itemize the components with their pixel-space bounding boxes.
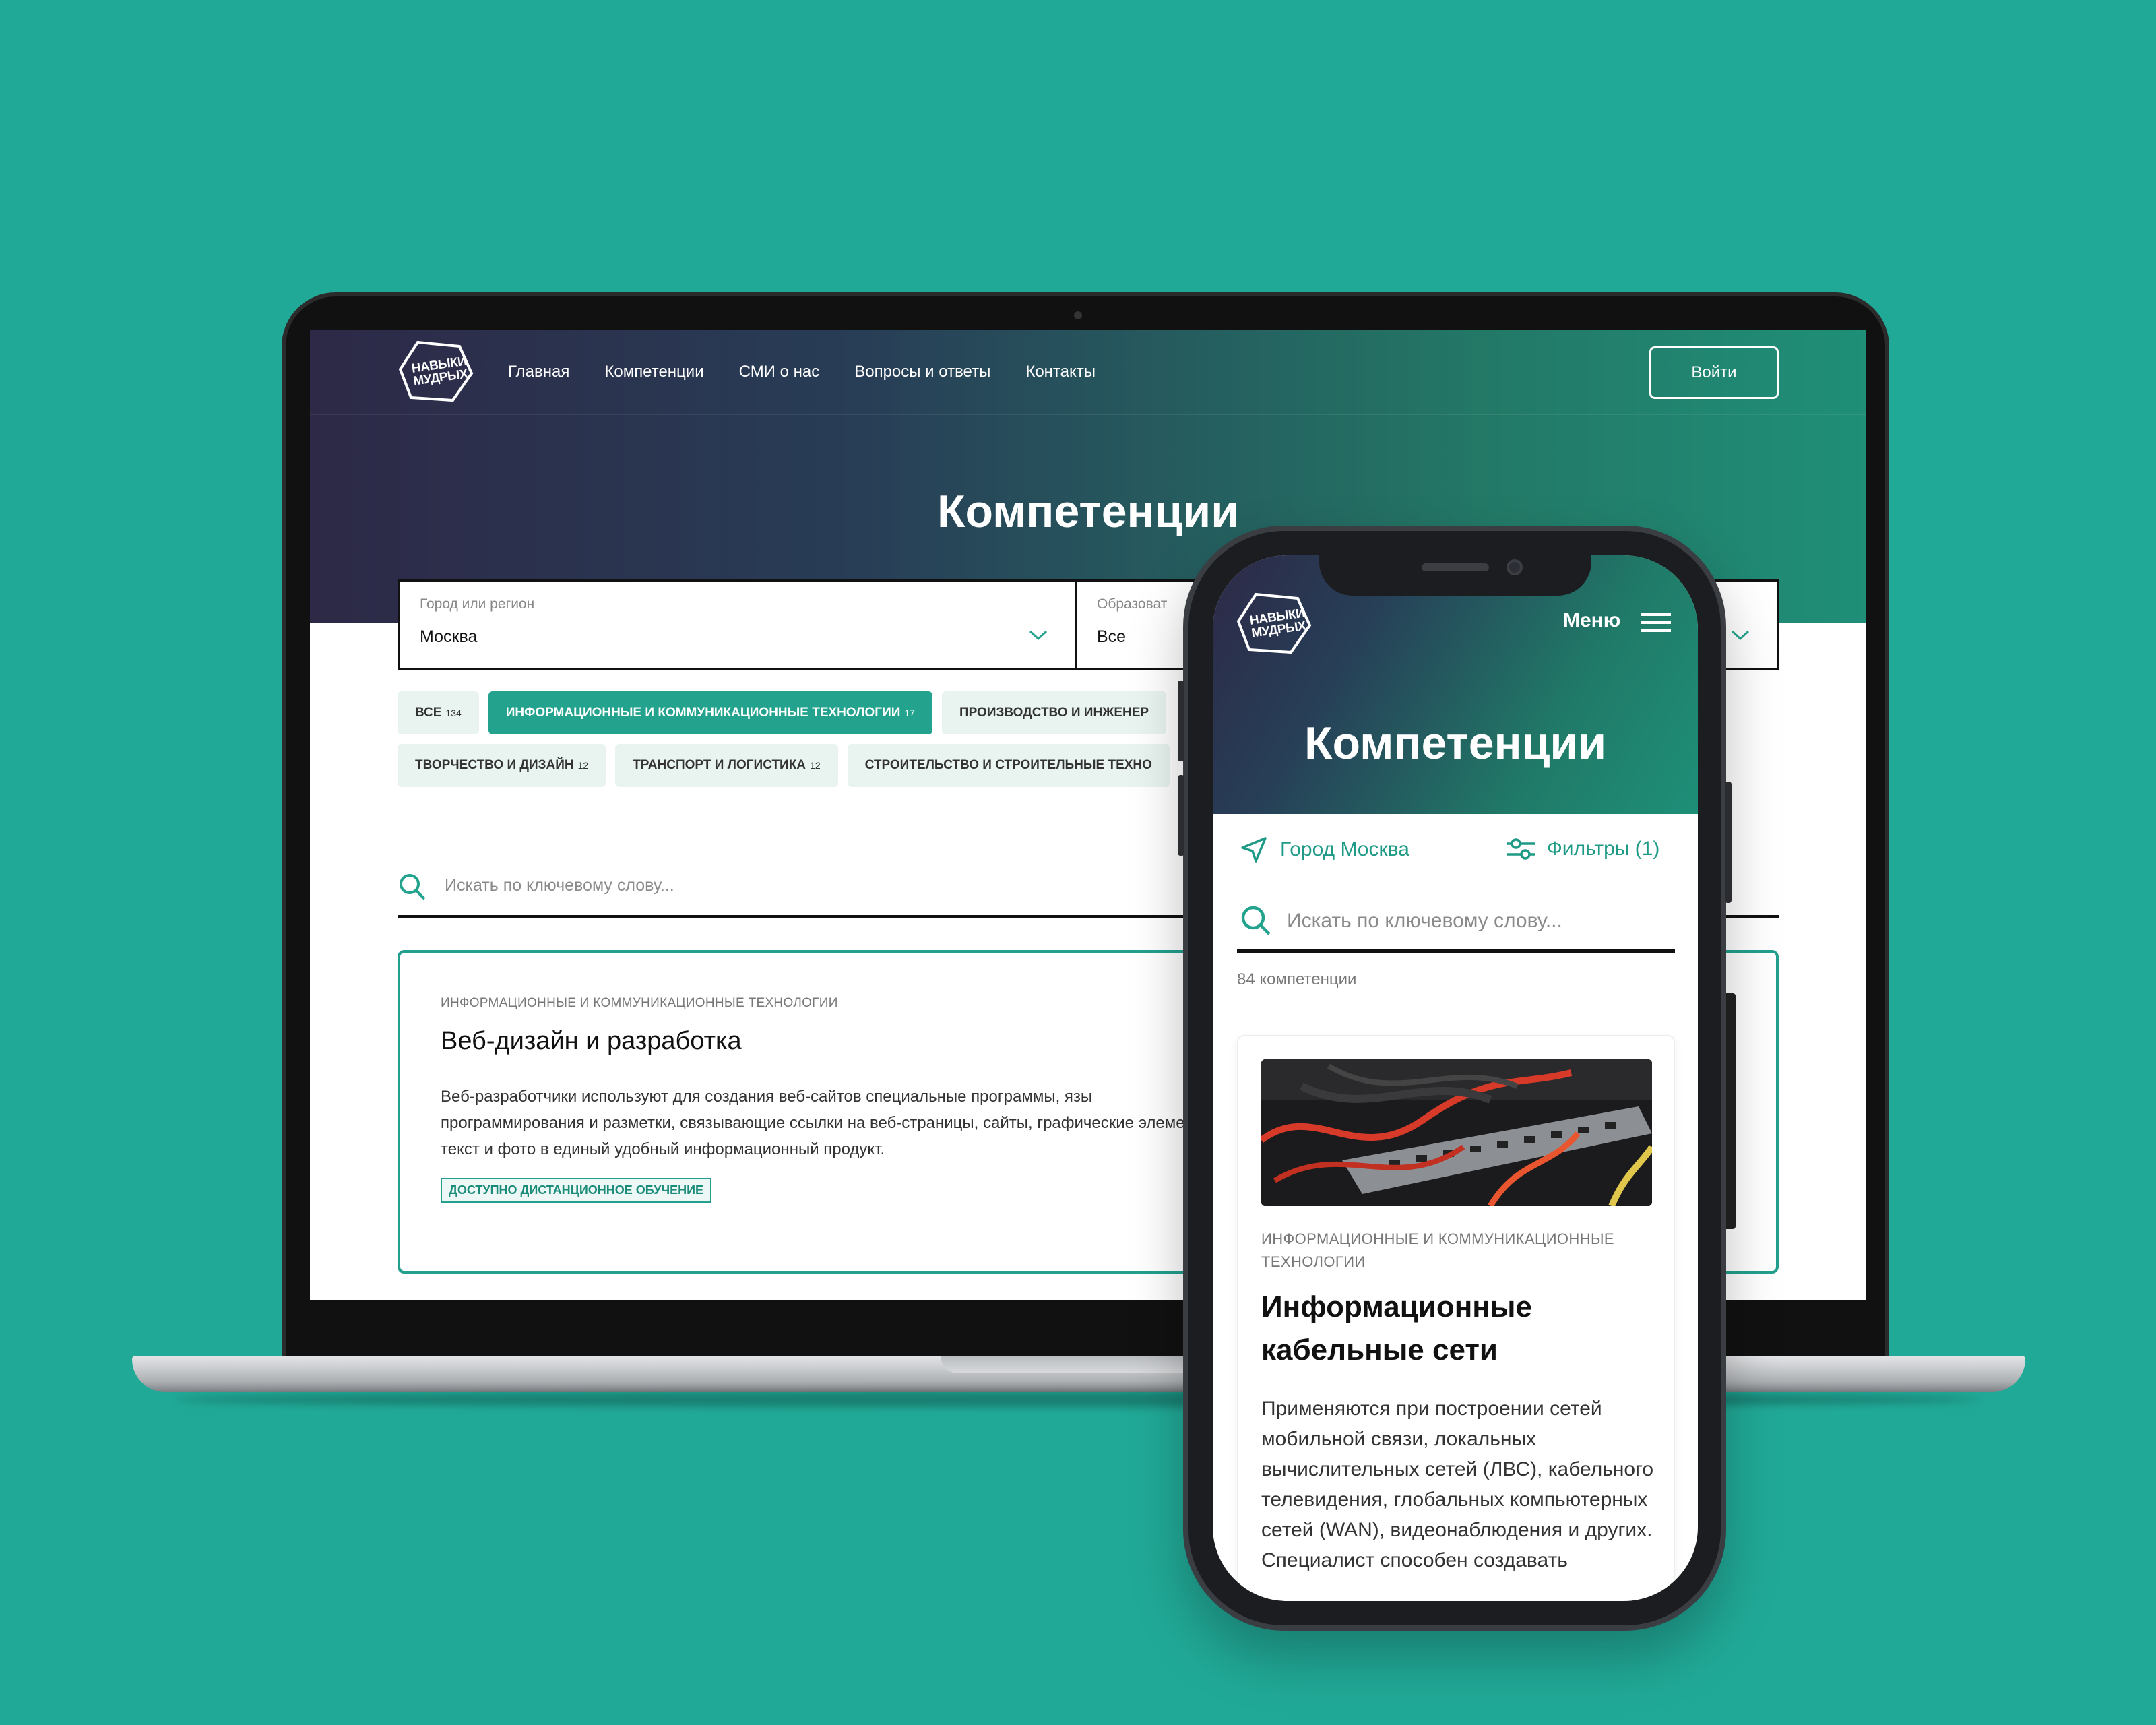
chip-count: 12 (810, 760, 821, 771)
phone-side-button (1178, 775, 1184, 856)
main-nav: Главная Компетенции СМИ о нас Вопросы и … (508, 363, 1096, 381)
search-placeholder: Искать по ключевому слову... (1287, 910, 1562, 932)
chip-transport[interactable]: Транспорт и логистика 12 (615, 744, 838, 787)
card-title: Веб-дизайн и разработка (441, 1027, 742, 1055)
sliders-icon (1507, 838, 1535, 860)
card-category: Информационные и коммуникационные технол… (441, 996, 838, 1010)
nav-item-competencies[interactable]: Компетенции (604, 363, 703, 381)
nav-item-media[interactable]: СМИ о нас (739, 363, 820, 381)
laptop-hinge-notch (941, 1356, 1210, 1373)
phone-side-button (1178, 681, 1184, 761)
network-switch-photo (1261, 1059, 1652, 1206)
chevron-down-icon (1029, 630, 1048, 641)
results-count: 84 компетенции (1237, 970, 1357, 989)
chip-all[interactable]: Все 134 (398, 691, 479, 734)
card-category: Информационные и коммуникационные технол… (1261, 1230, 1614, 1270)
card-image (1261, 1059, 1652, 1206)
filters-label: Фильтры (1) (1547, 838, 1660, 860)
mobile-screen: НАВЫКИ МУДРЫХ Меню Компетенции Город Мос… (1213, 555, 1698, 1601)
city-label: Город Москва (1280, 838, 1409, 860)
menu-button[interactable]: Меню (1563, 609, 1620, 632)
card-title: Информационные кабельные сети (1261, 1290, 1532, 1367)
chip-count: 134 (445, 708, 462, 718)
laptop-camera (1074, 311, 1082, 319)
phone-camera (1507, 559, 1523, 575)
remote-learning-badge: Доступно дистанционное обучение (441, 1178, 712, 1203)
card-description: Веб-разработчики используют для создания… (441, 1088, 1217, 1158)
phone-speaker (1422, 563, 1489, 571)
city-selector[interactable]: Город Москва (1240, 836, 1409, 864)
chip-count: 17 (904, 708, 915, 718)
category-chips-row-2: Творчество и дизайн 12 Транспорт и логист… (398, 744, 1170, 787)
location-arrow-icon (1241, 837, 1267, 862)
chip-ict[interactable]: Информационные и коммуникационные технол… (488, 691, 932, 734)
phone-side-button (1725, 782, 1732, 903)
site-logo[interactable]: НАВЫКИ МУДРЫХ (398, 340, 474, 404)
login-button[interactable]: Войти (1649, 346, 1779, 399)
chip-label: Информационные и коммуникационные технол… (505, 705, 901, 720)
chevron-down-icon (1731, 630, 1750, 641)
city-select[interactable]: Город или регион Москва (400, 582, 1075, 668)
filters-button[interactable]: Фильтры (1) (1505, 836, 1659, 862)
chip-label: Строительство и строительные техно (864, 758, 1152, 772)
site-logo[interactable]: НАВЫКИ МУДРЫХ (1236, 592, 1312, 656)
chip-count: 12 (577, 760, 589, 771)
hamburger-icon[interactable] (1641, 612, 1671, 633)
search-icon (1241, 906, 1271, 935)
nav-item-home[interactable]: Главная (508, 363, 569, 381)
chip-design[interactable]: Творчество и дизайн 12 (398, 744, 606, 787)
competency-card[interactable]: Информационные и коммуникационные технол… (1237, 1035, 1675, 1601)
city-select-caption: Город или регион (420, 596, 535, 612)
search-input[interactable]: Искать по ключевому слову... (1237, 899, 1675, 953)
city-select-value: Москва (420, 627, 478, 646)
nav-item-faq[interactable]: Вопросы и ответы (854, 363, 990, 381)
chip-construction[interactable]: Строительство и строительные техно (847, 744, 1170, 787)
phone-notch (1319, 555, 1591, 596)
chip-label: Производство и инженер (959, 705, 1149, 720)
card-description: Применяются при построении сетей мобильн… (1261, 1398, 1654, 1571)
page-title: Компетенции (1304, 718, 1607, 769)
search-placeholder: Искать по ключевому слову... (445, 876, 674, 895)
header-divider (310, 414, 1866, 415)
nav-item-contacts[interactable]: Контакты (1025, 363, 1096, 381)
chip-production[interactable]: Производство и инженер (941, 691, 1167, 734)
search-icon (400, 874, 426, 900)
category-chips-row-1: Все 134 Информационные и коммуникационные… (398, 691, 1167, 734)
chip-label: Транспорт и логистика (633, 758, 806, 772)
chip-label: Все (415, 705, 442, 720)
chip-label: Творчество и дизайн (415, 758, 574, 772)
